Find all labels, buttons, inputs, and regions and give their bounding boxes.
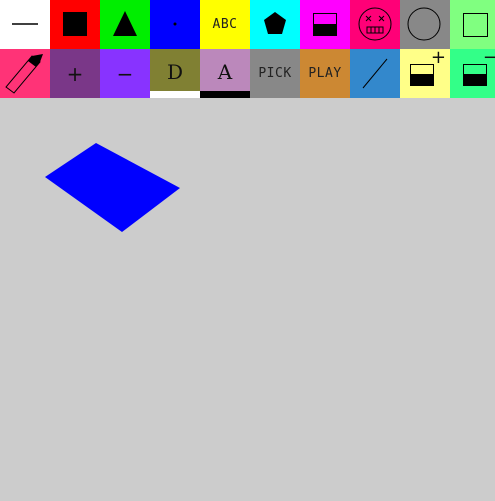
pencil-icon <box>0 49 50 98</box>
font-label: A <box>218 60 232 84</box>
point-icon <box>150 0 200 49</box>
triangle-tool-button[interactable] <box>100 0 150 49</box>
draw-mode-button[interactable]: D <box>150 49 200 98</box>
point-tool-button[interactable] <box>150 0 200 49</box>
draw-mode-label: D <box>167 60 183 84</box>
pentagon-icon <box>250 0 300 49</box>
zoom-in-button[interactable]: + <box>50 49 100 98</box>
toolbar-row-1: ABC <box>0 0 495 49</box>
rectangle-outline-tool-button[interactable] <box>450 0 495 49</box>
rectangle-outline-icon <box>453 0 495 49</box>
blue-parallelogram-shape <box>45 143 180 232</box>
canvas-drawing-layer <box>0 98 495 497</box>
minus-icon: − <box>117 62 134 86</box>
draw-mode-color-bar <box>150 91 200 98</box>
plus-icon: + <box>67 62 84 86</box>
line-tool-button[interactable] <box>0 0 50 49</box>
drawing-canvas[interactable] <box>0 98 495 497</box>
text-tool-button[interactable]: ABC <box>200 0 250 49</box>
decrease-size-button[interactable]: − <box>450 49 495 98</box>
pentagon-tool-button[interactable] <box>250 0 300 49</box>
text-tool-label: ABC <box>213 17 238 32</box>
pick-label: PICK <box>258 66 291 81</box>
filled-square-icon <box>50 0 100 49</box>
toolbar-row-2: + − D A PICK PLAY + <box>0 49 495 98</box>
toolbar: ABC <box>0 0 495 98</box>
diagonal-line-icon <box>350 49 400 98</box>
font-button[interactable]: A <box>200 49 250 98</box>
circle-icon <box>400 0 450 49</box>
circle-tool-button[interactable] <box>400 0 450 49</box>
increase-size-button[interactable]: + <box>400 49 450 98</box>
pencil-tool-button[interactable] <box>0 49 50 98</box>
zoom-out-button[interactable]: − <box>100 49 150 98</box>
dead-face-icon <box>350 0 400 49</box>
fill-tool-button[interactable] <box>300 0 350 49</box>
font-color-bar <box>200 91 250 98</box>
pick-button[interactable]: PICK <box>250 49 300 98</box>
minus-badge-icon: − <box>483 49 495 68</box>
fill-icon <box>300 0 350 49</box>
filled-square-tool-button[interactable] <box>50 0 100 49</box>
play-label: PLAY <box>308 66 341 81</box>
play-button[interactable]: PLAY <box>300 49 350 98</box>
plus-badge-icon: + <box>431 49 446 68</box>
line-icon <box>0 0 50 49</box>
triangle-icon <box>100 0 150 49</box>
clear-tool-button[interactable] <box>350 0 400 49</box>
stroke-tool-button[interactable] <box>350 49 400 98</box>
